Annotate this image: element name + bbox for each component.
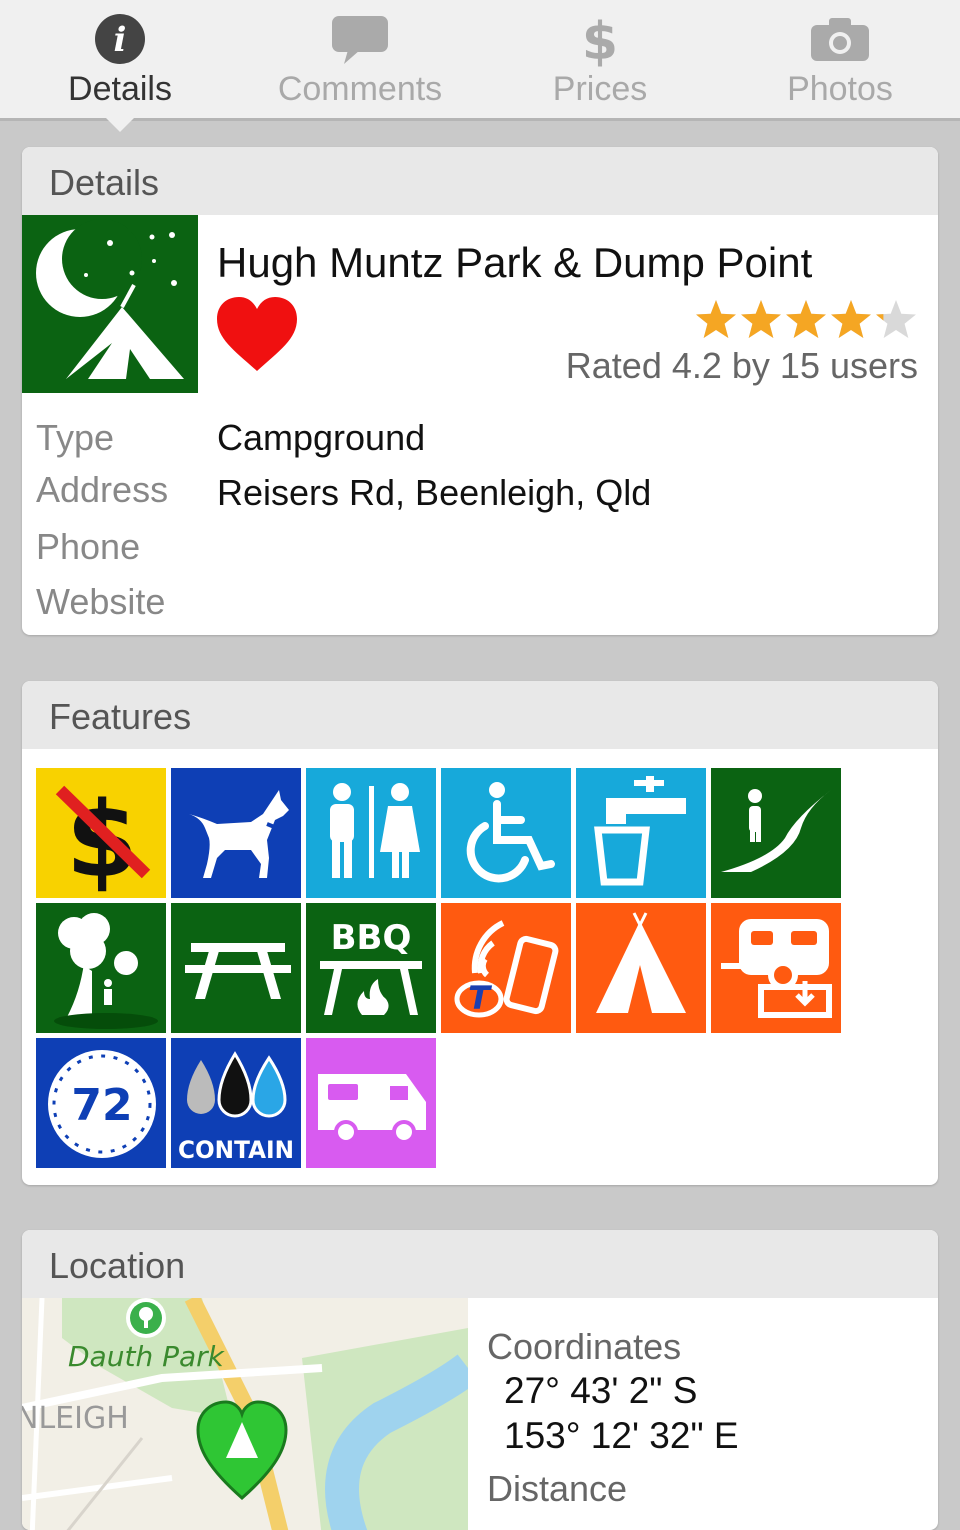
motorhome-icon[interactable] xyxy=(306,1038,436,1168)
bbq-text: BBQ xyxy=(331,918,412,958)
drinking-water-icon[interactable] xyxy=(576,768,706,898)
site-name: Hugh Muntz Park & Dump Point xyxy=(217,239,813,286)
tab-comments[interactable]: Comments xyxy=(240,0,480,118)
tab-bar: i Details Comments $ Prices Photos xyxy=(0,0,960,132)
type-value: Campground xyxy=(217,417,426,458)
location-map[interactable]: Dauth Park NLEIGH xyxy=(22,1298,468,1530)
rating-text: Rated 4.2 by 15 users xyxy=(565,345,918,386)
tent-sites-icon[interactable] xyxy=(576,903,706,1033)
type-label: Type xyxy=(36,417,115,458)
star-icon xyxy=(786,300,826,338)
dollar-icon: $ xyxy=(580,12,620,67)
tab-photos[interactable]: Photos xyxy=(720,0,960,118)
toilets-icon[interactable] xyxy=(306,768,436,898)
features-card: Features $ xyxy=(22,681,938,1185)
coordinates-label: Coordinates xyxy=(487,1326,682,1367)
svg-text:$: $ xyxy=(582,12,618,67)
wheelchair-access-icon[interactable] xyxy=(441,768,571,898)
telstra-mobile-coverage-icon[interactable]: T xyxy=(441,903,571,1033)
tab-comments-label: Comments xyxy=(277,70,443,108)
svg-text:i: i xyxy=(114,20,127,60)
tab-details[interactable]: i Details xyxy=(0,0,240,132)
speech-bubble-icon xyxy=(330,12,390,66)
picnic-table-icon[interactable] xyxy=(171,903,301,1033)
max-stay-text: 72 xyxy=(71,1080,132,1131)
heart-icon[interactable] xyxy=(215,295,299,378)
address-value[interactable]: Reisers Rd, Beenleigh, Qld xyxy=(217,472,651,514)
pets-allowed-icon[interactable] xyxy=(171,768,301,898)
latitude-value: 27° 43' 2" S xyxy=(504,1370,698,1411)
campground-night-icon xyxy=(22,215,198,393)
shade-trees-icon[interactable] xyxy=(36,903,166,1033)
caravan-dump-point-icon[interactable] xyxy=(711,903,841,1033)
svg-text:T: T xyxy=(468,979,492,1017)
map-suburb-label: NLEIGH xyxy=(22,1401,129,1436)
distance-label: Distance xyxy=(487,1468,628,1509)
info-icon: i xyxy=(94,12,146,66)
features-header: Features xyxy=(22,681,938,749)
website-label: Website xyxy=(36,581,166,622)
tab-photos-label: Photos xyxy=(787,70,893,108)
max-stay-72-hours-icon[interactable]: 72 xyxy=(36,1038,166,1168)
camera-icon xyxy=(809,12,871,66)
location-header: Location xyxy=(22,1230,938,1298)
tab-details-label: Details xyxy=(68,70,172,108)
self-contained-text: CONTAIN xyxy=(178,1136,294,1164)
address-label: Address xyxy=(36,469,169,510)
tab-prices[interactable]: $ Prices xyxy=(480,0,720,118)
map-park-label: Dauth Park xyxy=(68,1340,226,1373)
bbq-icon[interactable]: BBQ xyxy=(306,903,436,1033)
self-contained-only-icon[interactable]: CONTAIN xyxy=(171,1038,301,1168)
star-rating xyxy=(692,297,922,346)
star-icon xyxy=(741,300,781,338)
details-card: Details Hugh Muntz Park & Dump Point Rat… xyxy=(22,147,938,635)
walking-track-icon[interactable] xyxy=(711,768,841,898)
tab-prices-label: Prices xyxy=(552,70,648,108)
star-icon xyxy=(696,300,736,338)
star-icon xyxy=(876,300,916,338)
location-card: Location Dauth Park NLEIGH Coordinates 2… xyxy=(22,1230,938,1530)
star-icon xyxy=(831,300,871,338)
details-header: Details xyxy=(22,147,938,215)
no-fee-icon[interactable]: $ xyxy=(36,768,166,898)
phone-label: Phone xyxy=(36,526,141,567)
longitude-value: 153° 12' 32" E xyxy=(504,1415,739,1456)
